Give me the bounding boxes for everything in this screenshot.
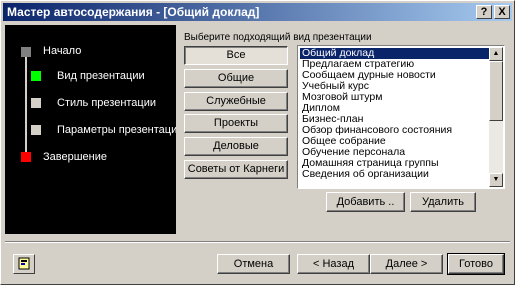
list-item[interactable]: Учебный курс bbox=[300, 81, 490, 92]
help-title-button[interactable]: ? bbox=[476, 5, 492, 19]
wizard-window: Мастер автосодержания - [Общий доклад] ?… bbox=[0, 0, 515, 285]
list-item[interactable]: Бизнес-план bbox=[300, 114, 490, 125]
step-marker-type bbox=[31, 71, 41, 81]
step-label-start[interactable]: Начало bbox=[43, 45, 81, 57]
scroll-thumb[interactable] bbox=[489, 61, 503, 121]
list-item[interactable]: Обучение персонала bbox=[300, 147, 490, 158]
add-button[interactable]: Добавить .. bbox=[326, 192, 405, 212]
list-item[interactable]: Домашняя страница группы bbox=[300, 158, 490, 169]
step-marker-finish bbox=[21, 152, 31, 162]
list-item[interactable]: Общее собрание bbox=[300, 136, 490, 147]
assistant-icon bbox=[18, 257, 30, 270]
office-assistant-icon[interactable] bbox=[13, 254, 35, 274]
category-projects-button[interactable]: Проекты bbox=[184, 114, 288, 133]
list-item[interactable]: Сведения об организации bbox=[300, 169, 490, 180]
step-label-finish[interactable]: Завершение bbox=[43, 151, 107, 163]
list-item[interactable]: Мозговой штурм bbox=[300, 92, 490, 103]
group-label: Выберите подходящий вид презентации bbox=[184, 32, 372, 43]
list-item[interactable]: Обзор финансового состояния bbox=[300, 125, 490, 136]
template-listbox[interactable]: Общий доклад Предлагаем стратегию Сообща… bbox=[297, 45, 505, 189]
window-title: Мастер автосодержания - [Общий доклад] bbox=[7, 5, 260, 19]
step-marker-style bbox=[31, 98, 41, 108]
step-marker-start bbox=[21, 47, 31, 57]
title-bar: Мастер автосодержания - [Общий доклад] ?… bbox=[3, 3, 512, 21]
category-corporate-button[interactable]: Служебные bbox=[184, 92, 288, 111]
footer-separator bbox=[5, 241, 510, 243]
next-button[interactable]: Далее > bbox=[370, 254, 443, 274]
step-label-type[interactable]: Вид презентации bbox=[57, 70, 145, 82]
step-marker-params bbox=[31, 125, 41, 135]
cancel-button[interactable]: Отмена bbox=[217, 254, 290, 274]
list-item[interactable]: Предлагаем стратегию bbox=[300, 59, 490, 70]
step-label-style[interactable]: Стиль презентации bbox=[57, 97, 156, 109]
finish-button[interactable]: Готово bbox=[447, 253, 505, 275]
remove-button[interactable]: Удалить bbox=[410, 192, 476, 212]
category-carnegie-button[interactable]: Советы от Карнеги bbox=[184, 160, 288, 179]
scroll-down-icon[interactable]: ▼ bbox=[489, 173, 503, 187]
close-button[interactable]: X bbox=[494, 5, 510, 19]
list-scrollbar[interactable]: ▲ ▼ bbox=[489, 47, 503, 187]
list-item[interactable]: Диплом bbox=[300, 103, 490, 114]
category-all-button[interactable]: Все bbox=[184, 46, 288, 65]
list-item[interactable]: Общий доклад bbox=[300, 48, 490, 59]
scroll-up-icon[interactable]: ▲ bbox=[489, 47, 503, 61]
back-button[interactable]: < Назад bbox=[297, 254, 370, 274]
list-item[interactable]: Сообщаем дурные новости bbox=[300, 70, 490, 81]
step-label-params[interactable]: Параметры презентации bbox=[57, 124, 183, 136]
category-business-button[interactable]: Деловые bbox=[184, 137, 288, 156]
step-rail bbox=[25, 47, 27, 157]
category-general-button[interactable]: Общие bbox=[184, 69, 288, 88]
